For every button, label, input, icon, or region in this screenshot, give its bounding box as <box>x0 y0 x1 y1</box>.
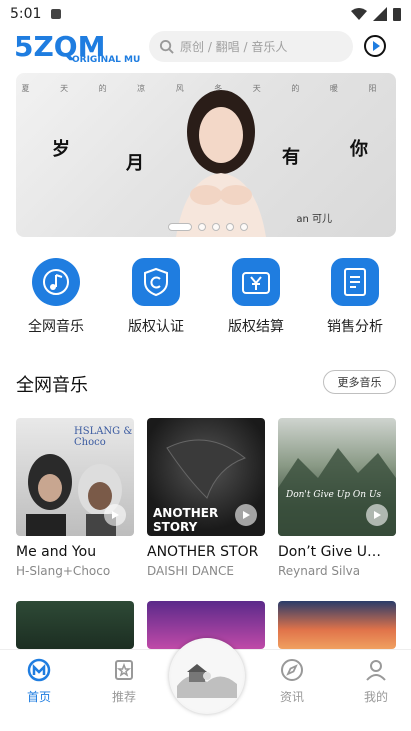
now-playing-disc[interactable] <box>169 638 245 714</box>
song-artist: Reynard Silva <box>278 564 361 578</box>
compass-icon <box>281 659 303 681</box>
banner-pagination <box>168 223 248 231</box>
song-artist: H-Slang+Choco <box>16 564 111 578</box>
tab-label: 推荐 <box>111 690 136 704</box>
sim-card-icon <box>51 9 62 19</box>
search-placeholder: 原创 / 翻唱 / 音乐人 <box>180 40 288 54</box>
copyright-shield-icon <box>132 258 180 306</box>
tab-recommend[interactable]: 推荐 <box>99 658 149 705</box>
status-bar: 5:01 <box>0 0 411 28</box>
home-icon <box>27 658 51 682</box>
music-card[interactable]: HSLANG & Choco Me and You H-Slang+Choco <box>16 418 134 578</box>
banner-artist-photo <box>176 90 266 237</box>
banner-char-1: 岁 <box>52 139 70 160</box>
banner-dot[interactable] <box>198 223 206 231</box>
banner-dot[interactable] <box>240 223 248 231</box>
app-logo[interactable]: 5ZQM ORIGINAL MUSIC <box>14 30 157 65</box>
tab-profile[interactable]: 我的 <box>351 658 401 705</box>
tab-home[interactable]: 首页 <box>14 658 64 705</box>
disc-artwork-icon <box>171 640 243 712</box>
quick-link-label: 版权认证 <box>128 319 184 335</box>
album-cover: ANOTHER STORY <box>147 418 265 536</box>
quick-link-label: 销售分析 <box>327 319 383 335</box>
section-title: 全网音乐 <box>16 375 88 396</box>
banner-char-2: 月 <box>126 153 144 174</box>
tab-news[interactable]: 资讯 <box>267 658 317 705</box>
battery-icon <box>393 8 401 21</box>
search-input[interactable]: 原创 / 翻唱 / 音乐人 <box>149 31 353 62</box>
sales-report-icon <box>331 258 379 306</box>
play-icon[interactable] <box>235 504 257 526</box>
quick-link-sales-analysis[interactable]: 销售分析 <box>310 258 400 336</box>
music-card[interactable]: Don't Give Up On Us Don’t Give U… Reynar… <box>278 418 396 578</box>
wifi-icon <box>351 8 367 20</box>
banner-char-4: 你 <box>350 139 368 160</box>
promo-banner[interactable]: 夏 天 的 凉 风 冬 天 的 暖 阳 岁 月 有 你 an 可儿 <box>16 73 396 237</box>
player-play-icon[interactable] <box>363 34 387 58</box>
song-title: ANOTHER STOR <box>147 544 259 560</box>
song-title: Me and You <box>16 544 97 560</box>
music-network-icon <box>32 258 80 306</box>
banner-char-3: 有 <box>282 147 300 168</box>
status-time: 5:01 <box>10 6 42 22</box>
quick-link-copyright-settle[interactable]: 版权结算 <box>211 258 301 336</box>
play-icon[interactable] <box>104 504 126 526</box>
recommend-icon <box>115 660 133 680</box>
quick-link-copyright-cert[interactable]: 版权认证 <box>111 258 201 336</box>
song-title: Don’t Give U… <box>278 544 381 560</box>
user-icon <box>366 660 386 681</box>
album-cover-text: Don't Give Up On Us <box>286 490 382 500</box>
quick-link-all-music[interactable]: 全网音乐 <box>11 258 101 336</box>
status-icons <box>351 7 401 21</box>
quick-link-label: 版权结算 <box>228 319 284 335</box>
play-icon[interactable] <box>366 504 388 526</box>
music-card-partial[interactable] <box>278 601 396 649</box>
banner-artist-name: an 可儿 <box>296 214 332 225</box>
tab-label: 我的 <box>363 690 388 704</box>
logo-sub-text: ORIGINAL MUSIC <box>72 55 140 64</box>
banner-dot[interactable] <box>212 223 220 231</box>
logo-mark-icon: 5ZQM ORIGINAL MUSIC <box>14 30 157 65</box>
album-cover: Don't Give Up On Us <box>278 418 396 536</box>
tab-label: 资讯 <box>279 690 304 704</box>
signal-icon <box>373 7 387 21</box>
music-card[interactable]: ANOTHER STORY ANOTHER STOR DAISHI DANCE <box>147 418 265 578</box>
tab-label: 首页 <box>26 690 51 704</box>
yen-wallet-icon <box>232 258 280 306</box>
music-card-partial[interactable] <box>16 601 134 649</box>
app-header: 5ZQM ORIGINAL MUSIC 原创 / 翻唱 / 音乐人 <box>0 28 411 68</box>
song-artist: DAISHI DANCE <box>147 564 234 578</box>
quick-links: 全网音乐 版权认证 版权结算 销售分析 <box>0 258 411 338</box>
album-cover-text: HSLANG & Choco <box>74 426 133 448</box>
search-icon <box>159 39 174 54</box>
quick-link-label: 全网音乐 <box>28 319 84 335</box>
banner-dot[interactable] <box>226 223 234 231</box>
more-music-button[interactable]: 更多音乐 <box>323 370 396 394</box>
banner-dot[interactable] <box>168 223 192 231</box>
album-cover: HSLANG & Choco <box>16 418 134 536</box>
